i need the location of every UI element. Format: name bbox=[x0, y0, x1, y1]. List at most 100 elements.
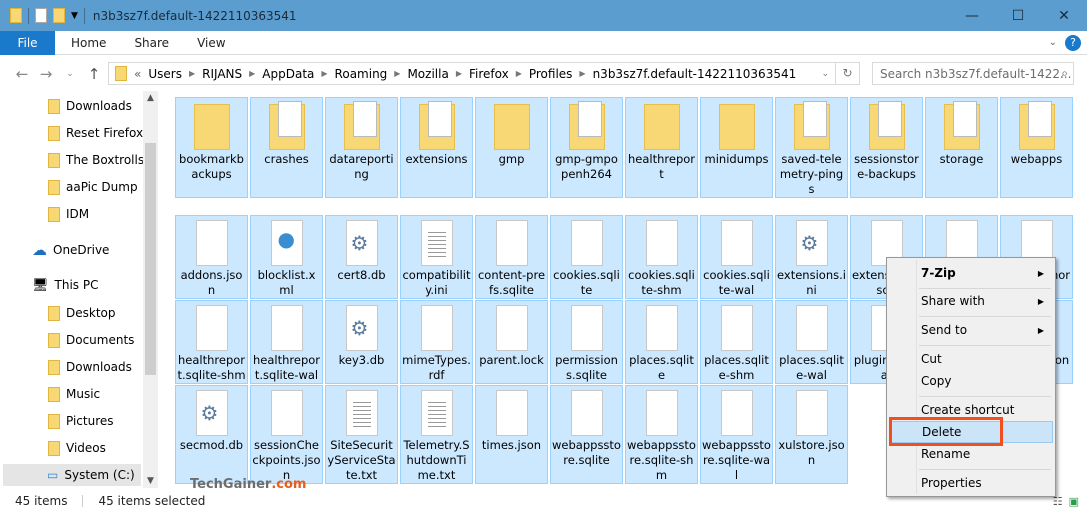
breadcrumb-item[interactable]: Roaming bbox=[335, 67, 388, 81]
nav-item[interactable]: Music bbox=[48, 383, 100, 405]
help-icon[interactable]: ? bbox=[1065, 34, 1081, 51]
file-item[interactable]: webappsstore.sqlite bbox=[550, 385, 623, 484]
file-item[interactable]: times.json bbox=[475, 385, 548, 484]
scroll-down-icon[interactable]: ▼ bbox=[143, 476, 158, 486]
address-dropdown-icon[interactable]: ⌄ bbox=[821, 69, 829, 79]
file-item[interactable]: gmp bbox=[475, 97, 548, 198]
breadcrumb-item[interactable]: Profiles bbox=[529, 67, 573, 81]
file-item[interactable]: permissions.sqlite bbox=[550, 300, 623, 384]
file-item[interactable]: cookies.sqlite-wal bbox=[700, 215, 773, 299]
file-item[interactable]: minidumps bbox=[700, 97, 773, 198]
file-item[interactable]: xulstore.json bbox=[775, 385, 848, 484]
expand-ribbon-icon[interactable]: ⌄ bbox=[1049, 37, 1057, 48]
maximize-button[interactable]: ☐ bbox=[995, 0, 1041, 31]
nav-item[interactable]: Documents bbox=[48, 329, 134, 351]
file-item[interactable]: secmod.db bbox=[175, 385, 248, 484]
menu-item-share-with[interactable]: Share with ▶ bbox=[889, 290, 1053, 312]
file-item[interactable]: sessionstore-backups bbox=[850, 97, 923, 198]
nav-item[interactable]: IDM bbox=[48, 203, 89, 225]
file-item[interactable]: Telemetry.ShutdownTime.txt bbox=[400, 385, 473, 484]
file-item[interactable]: webappsstore.sqlite-shm bbox=[625, 385, 698, 484]
breadcrumb-arrow-icon[interactable]: ▶ bbox=[579, 69, 585, 78]
nav-item[interactable]: Pictures bbox=[48, 410, 114, 432]
file-item[interactable]: addons.json bbox=[175, 215, 248, 299]
tab-home[interactable]: Home bbox=[57, 36, 120, 50]
tab-file[interactable]: File bbox=[0, 30, 55, 55]
file-item[interactable]: cookies.sqlite-shm bbox=[625, 215, 698, 299]
file-item[interactable]: extensions.ini bbox=[775, 215, 848, 299]
file-item[interactable]: bookmarkbackups bbox=[175, 97, 248, 198]
tab-share[interactable]: Share bbox=[120, 36, 183, 50]
menu-item-copy[interactable]: Copy bbox=[889, 370, 1053, 392]
file-item[interactable]: extensions bbox=[400, 97, 473, 198]
file-item[interactable]: compatibility.ini bbox=[400, 215, 473, 299]
properties-icon[interactable] bbox=[35, 8, 47, 23]
file-item[interactable]: blocklist.xml bbox=[250, 215, 323, 299]
menu-item-rename[interactable]: Rename bbox=[889, 443, 1053, 465]
close-button[interactable]: ✕ bbox=[1041, 0, 1087, 31]
file-item[interactable]: datareporting bbox=[325, 97, 398, 198]
breadcrumb-item[interactable]: n3b3sz7f.default-1422110363541 bbox=[593, 67, 797, 81]
file-item[interactable]: content-prefs.sqlite bbox=[475, 215, 548, 299]
large-icons-view-icon[interactable]: ▣ bbox=[1069, 495, 1079, 508]
file-item[interactable]: healthreport.sqlite-wal bbox=[250, 300, 323, 384]
nav-item[interactable]: ☁ OneDrive bbox=[32, 239, 109, 261]
new-folder-icon[interactable] bbox=[53, 8, 65, 23]
breadcrumb-item[interactable]: Firefox bbox=[469, 67, 509, 81]
nav-item[interactable]: Desktop bbox=[48, 302, 116, 324]
menu-item-cut[interactable]: Cut bbox=[889, 348, 1053, 370]
tab-view[interactable]: View bbox=[183, 36, 239, 50]
file-item[interactable]: crashes bbox=[250, 97, 323, 198]
file-item[interactable]: places.sqlite bbox=[625, 300, 698, 384]
file-item[interactable]: cookies.sqlite bbox=[550, 215, 623, 299]
breadcrumb-arrow-icon[interactable]: ▶ bbox=[456, 69, 462, 78]
file-item[interactable]: webapps bbox=[1000, 97, 1073, 198]
customize-chevron-icon[interactable]: ▼ bbox=[71, 11, 78, 21]
file-item[interactable]: SiteSecurityServiceState.txt bbox=[325, 385, 398, 484]
nav-item[interactable]: The Boxtrolls bbox=[48, 149, 144, 171]
menu-item-send-to[interactable]: Send to ▶ bbox=[889, 319, 1053, 341]
back-button[interactable]: ← bbox=[10, 65, 34, 83]
overflow-chevron-icon[interactable]: « bbox=[134, 67, 141, 81]
file-item[interactable]: key3.db bbox=[325, 300, 398, 384]
nav-item[interactable]: Downloads bbox=[48, 95, 132, 117]
forward-button[interactable]: → bbox=[34, 65, 58, 83]
breadcrumb-item[interactable]: Users bbox=[148, 67, 182, 81]
file-item[interactable]: mimeTypes.rdf bbox=[400, 300, 473, 384]
file-item[interactable]: saved-telemetry-pings bbox=[775, 97, 848, 198]
breadcrumb-arrow-icon[interactable]: ▶ bbox=[394, 69, 400, 78]
up-button[interactable]: ↑ bbox=[82, 65, 106, 83]
breadcrumb-arrow-icon[interactable]: ▶ bbox=[321, 69, 327, 78]
breadcrumb-arrow-icon[interactable]: ▶ bbox=[516, 69, 522, 78]
file-item[interactable]: places.sqlite-shm bbox=[700, 300, 773, 384]
breadcrumb-item[interactable]: Mozilla bbox=[407, 67, 448, 81]
recent-locations-button[interactable]: ⌄ bbox=[58, 69, 82, 79]
file-item[interactable]: healthreport bbox=[625, 97, 698, 198]
scroll-thumb[interactable] bbox=[145, 143, 156, 375]
breadcrumb-arrow-icon[interactable]: ▶ bbox=[249, 69, 255, 78]
breadcrumb-item[interactable]: AppData bbox=[262, 67, 314, 81]
file-item[interactable]: gmp-gmpopenh264 bbox=[550, 97, 623, 198]
nav-item[interactable]: ▭ System (C:) bbox=[3, 464, 141, 486]
file-item[interactable]: healthreport.sqlite-shm bbox=[175, 300, 248, 384]
menu-item-7zip[interactable]: 7-Zip ▶ bbox=[889, 262, 1053, 284]
file-item[interactable]: places.sqlite-wal bbox=[775, 300, 848, 384]
minimize-button[interactable]: — bbox=[949, 0, 995, 31]
nav-item[interactable]: 🖥 This PC bbox=[32, 274, 98, 296]
address-bar[interactable]: « Users ▶ RIJANS ▶ AppData ▶ Roaming ▶ Mozil… bbox=[108, 62, 860, 85]
file-item[interactable]: parent.lock bbox=[475, 300, 548, 384]
file-item[interactable]: sessionCheckpoints.json bbox=[250, 385, 323, 484]
file-item[interactable]: storage bbox=[925, 97, 998, 198]
search-input[interactable]: Search n3b3sz7f.default-1422... ⌕ bbox=[872, 62, 1074, 85]
nav-item[interactable]: Reset Firefox bbox=[48, 122, 143, 144]
scroll-up-icon[interactable]: ▲ bbox=[143, 93, 158, 103]
refresh-button[interactable]: ↻ bbox=[835, 63, 859, 84]
nav-item[interactable]: Videos bbox=[48, 437, 106, 459]
nav-scrollbar[interactable]: ▲ ▼ bbox=[143, 91, 158, 488]
file-item[interactable]: webappsstore.sqlite-wal bbox=[700, 385, 773, 484]
breadcrumb-item[interactable]: RIJANS bbox=[202, 67, 242, 81]
file-item[interactable]: cert8.db bbox=[325, 215, 398, 299]
nav-item[interactable]: aaPic Dump bbox=[48, 176, 138, 198]
menu-item-properties[interactable]: Properties bbox=[889, 472, 1053, 494]
breadcrumb-arrow-icon[interactable]: ▶ bbox=[189, 69, 195, 78]
